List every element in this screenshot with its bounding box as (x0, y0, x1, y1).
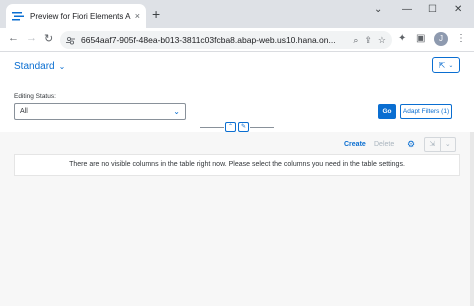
browser-toolbar: ← → ↻ 6654aaf7-905f-48ea-b013-3811c03fcb… (0, 28, 474, 52)
close-window-button[interactable]: ✕ (454, 4, 462, 15)
browser-tab[interactable]: Preview for Fiori Elements App × (6, 4, 146, 28)
address-bar[interactable]: 6654aaf7-905f-48ea-b013-3811c03fcba8.aba… (60, 31, 392, 49)
forward-arrow-icon[interactable]: → (26, 32, 37, 44)
bookmark-star-icon[interactable]: ☆ (378, 35, 386, 46)
browser-tabstrip: Preview for Fiori Elements App × + ⌄ — ☐… (0, 0, 474, 28)
page-scrollbar[interactable] (470, 132, 474, 306)
export-share-icon: ⇱ (438, 60, 446, 70)
profile-avatar[interactable]: J (434, 32, 448, 46)
header-divider-left (200, 127, 224, 128)
editing-status-select[interactable]: All ⌄ (14, 103, 186, 120)
collapse-header-button[interactable]: ⌃ (225, 122, 236, 132)
back-arrow-icon[interactable]: ← (8, 32, 19, 44)
share-icon[interactable]: ⇪ (364, 35, 372, 46)
table-empty-message: There are no visible columns in the tabl… (14, 154, 460, 176)
more-menu-icon[interactable]: ⋮ (456, 33, 466, 44)
delete-button[interactable]: Delete (374, 141, 394, 148)
side-panel-icon[interactable]: ▣ (416, 33, 425, 44)
pin-header-button[interactable]: ✎ (238, 122, 249, 132)
site-info-icon[interactable] (66, 36, 75, 45)
go-button[interactable]: Go (378, 104, 396, 119)
tab-close-icon[interactable]: × (135, 11, 140, 21)
reload-icon[interactable]: ↻ (44, 32, 53, 45)
search-icon[interactable]: ⌕ (353, 35, 358, 46)
chevron-up-icon: ⌃ (227, 124, 234, 130)
url-text: 6654aaf7-905f-48ea-b013-3811c03fcba8.aba… (81, 35, 336, 45)
chevron-down-icon[interactable]: ⌄ (441, 138, 456, 151)
share-button[interactable]: ⇱ ⌄ (432, 57, 460, 73)
chevron-down-icon: ⌄ (58, 62, 66, 71)
adapt-filters-button[interactable]: Adapt Filters (1) (400, 104, 452, 119)
tab-title: Preview for Fiori Elements App (30, 11, 131, 21)
table-settings-gear-icon[interactable]: ⚙ (407, 139, 415, 150)
extensions-icon[interactable]: ✦ (398, 33, 406, 44)
tab-search-dropdown-icon[interactable]: ⌄ (374, 4, 382, 15)
content-area: Create Delete ⚙ ⇲ ⌄ There are no visible… (0, 132, 474, 306)
variant-name: Standard (14, 61, 55, 72)
export-icon[interactable]: ⇲ (425, 138, 441, 151)
maximize-button[interactable]: ☐ (428, 4, 437, 15)
chevron-down-icon: ⌄ (173, 107, 180, 116)
sap-favicon-icon (12, 12, 24, 21)
editing-status-value: All (20, 108, 28, 115)
header-divider-right (250, 127, 274, 128)
variant-selector[interactable]: Standard ⌄ (14, 61, 65, 72)
new-tab-button[interactable]: + (152, 6, 160, 22)
chevron-down-icon: ⌄ (448, 62, 454, 69)
table-toolbar: Create Delete ⚙ ⇲ ⌄ (14, 136, 460, 154)
minimize-button[interactable]: — (402, 4, 412, 15)
pin-icon: ✎ (240, 124, 247, 130)
create-button[interactable]: Create (344, 141, 366, 148)
filter-bar-area: Standard ⌄ ⇱ ⌄ Editing Status: All ⌄ Go … (0, 53, 474, 127)
editing-status-label: Editing Status: (14, 93, 56, 100)
export-button-group[interactable]: ⇲ ⌄ (424, 137, 456, 152)
